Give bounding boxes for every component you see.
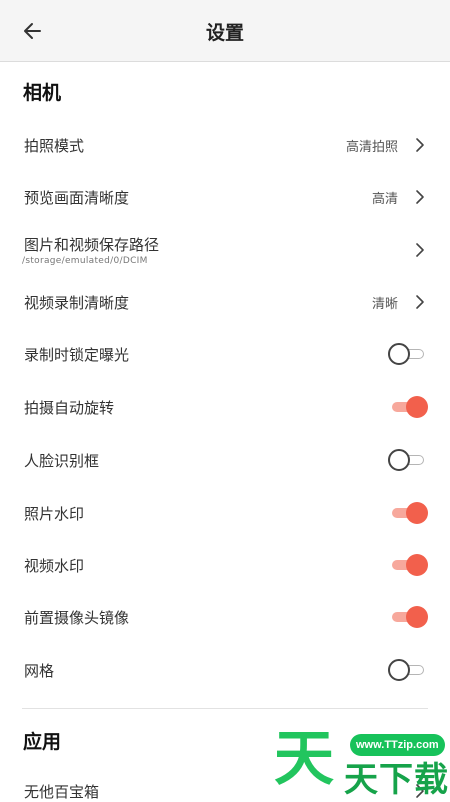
setting-auto-rotate[interactable]: 拍摄自动旋转 [0, 380, 450, 432]
setting-video-watermark[interactable]: 视频水印 [0, 538, 450, 590]
setting-label: 视频录制清晰度 [24, 294, 130, 312]
grid-toggle[interactable] [388, 658, 428, 682]
setting-label: 照片水印 [24, 505, 85, 523]
chevron-right-icon [416, 138, 424, 152]
setting-subtext: /storage/emulated/0/DCIM [22, 256, 148, 266]
toggle-knob [406, 502, 428, 524]
chevron-right-icon [416, 243, 424, 257]
setting-save-path[interactable]: 图片和视频保存路径 /storage/emulated/0/DCIM [0, 222, 450, 278]
page-title: 设置 [205, 22, 244, 44]
watermark-text: 天下载 [344, 760, 449, 800]
setting-front-mirror[interactable]: 前置摄像头镜像 [0, 590, 450, 642]
setting-label: 图片和视频保存路径 [24, 236, 160, 254]
toggle-knob [406, 606, 428, 628]
setting-label: 视频水印 [24, 557, 85, 575]
auto-rotate-toggle[interactable] [388, 395, 428, 419]
setting-label: 人脸识别框 [24, 452, 100, 470]
section-title-app: 应用 [23, 731, 62, 753]
lock-exposure-toggle[interactable] [388, 342, 428, 366]
setting-video-clarity[interactable]: 视频录制清晰度 清晰 [0, 275, 450, 327]
setting-face-frame[interactable]: 人脸识别框 [0, 433, 450, 485]
photo-watermark-toggle[interactable] [388, 501, 428, 525]
app-header: 设置 [0, 0, 450, 62]
setting-value: 高清 [371, 192, 398, 207]
watermark-url: www.TTzip.com [350, 734, 445, 756]
chevron-right-icon [416, 295, 424, 309]
section-title-camera: 相机 [23, 82, 62, 104]
setting-value: 高清拍照 [345, 140, 398, 155]
toggle-knob [406, 396, 428, 418]
setting-label: 网格 [24, 662, 55, 680]
toggle-knob [388, 659, 410, 681]
setting-label: 预览画面清晰度 [24, 189, 130, 207]
toggle-knob [406, 554, 428, 576]
setting-lock-exposure[interactable]: 录制时锁定曝光 [0, 327, 450, 379]
setting-label: 拍照模式 [24, 137, 85, 155]
setting-label: 无他百宝箱 [24, 783, 100, 801]
chevron-right-icon [416, 190, 424, 204]
section-divider [22, 708, 428, 709]
watermark-logo: 天 [274, 724, 334, 794]
setting-label: 录制时锁定曝光 [24, 346, 130, 364]
setting-photo-watermark[interactable]: 照片水印 [0, 486, 450, 538]
toggle-knob [388, 343, 410, 365]
setting-preview-clarity[interactable]: 预览画面清晰度 高清 [0, 170, 450, 222]
setting-label: 前置摄像头镜像 [24, 609, 130, 627]
setting-label: 拍摄自动旋转 [24, 399, 115, 417]
face-frame-toggle[interactable] [388, 448, 428, 472]
video-watermark-toggle[interactable] [388, 553, 428, 577]
site-watermark: 天 www.TTzip.com 天下载 [272, 722, 450, 800]
setting-photo-mode[interactable]: 拍照模式 高清拍照 [0, 118, 450, 170]
setting-grid[interactable]: 网格 [0, 643, 450, 695]
setting-value: 清晰 [371, 297, 398, 312]
toggle-knob [388, 449, 410, 471]
front-mirror-toggle[interactable] [388, 605, 428, 629]
